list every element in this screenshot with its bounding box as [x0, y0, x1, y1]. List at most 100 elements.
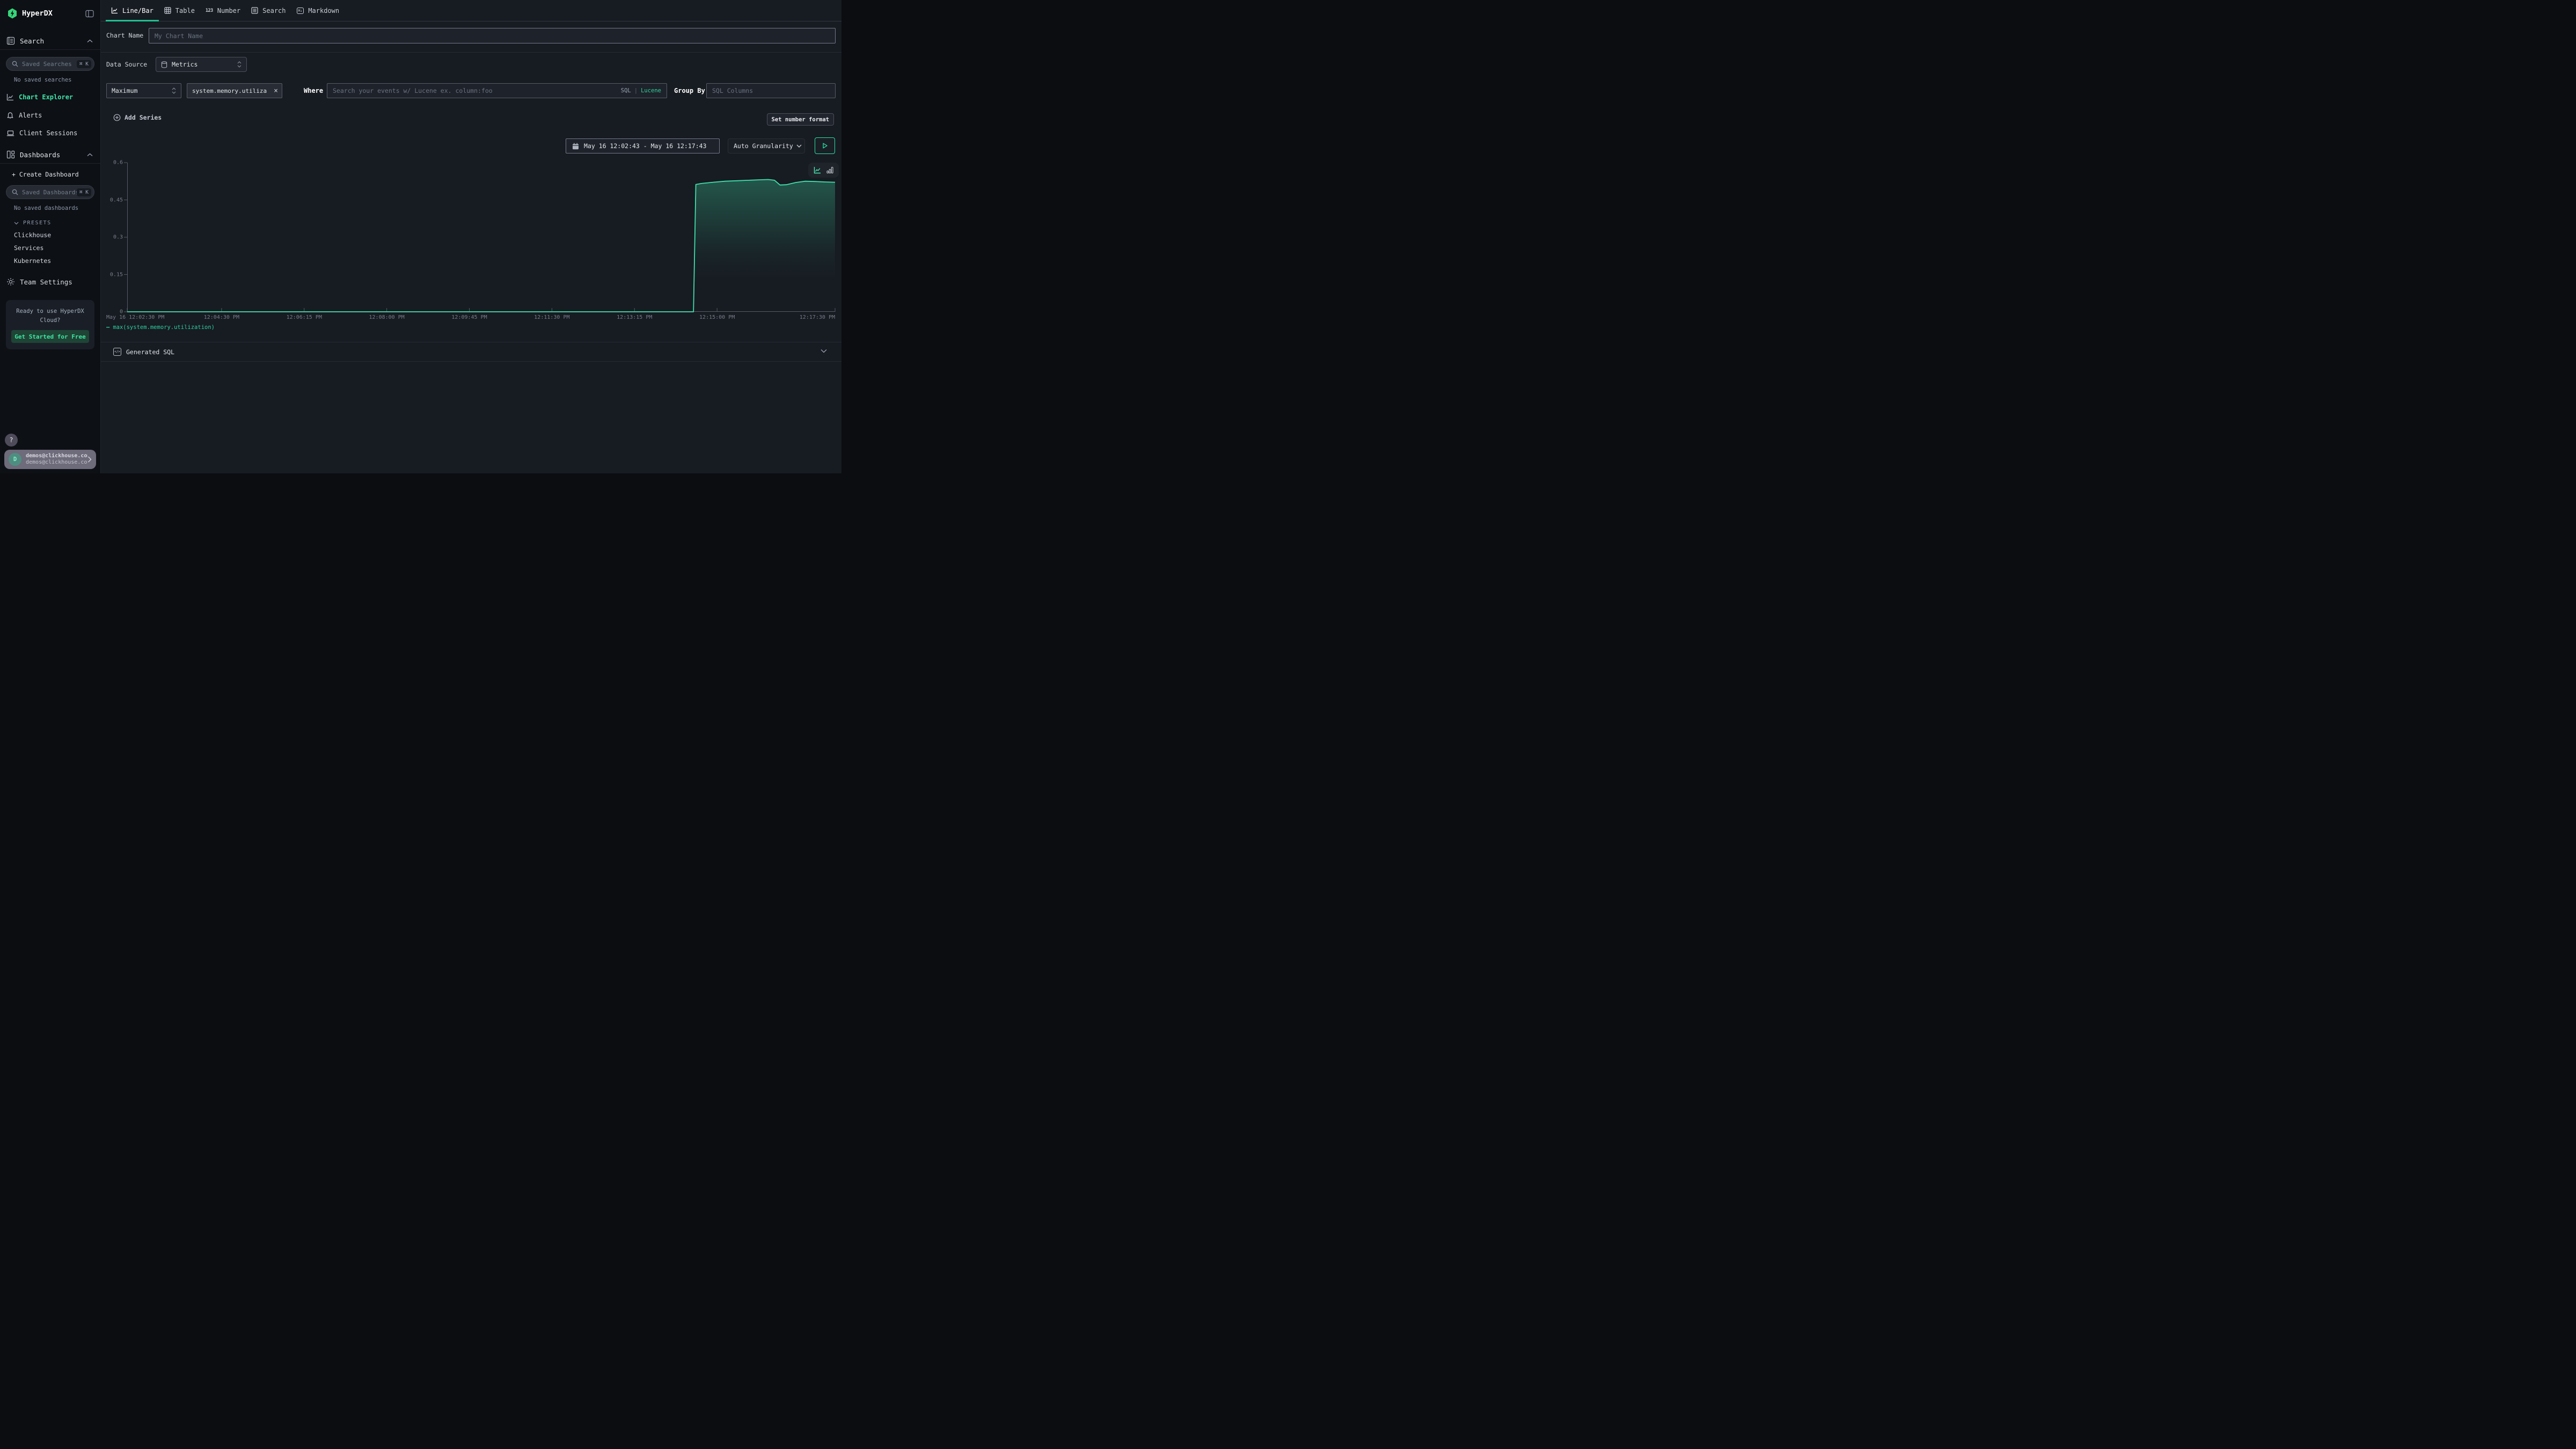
create-dashboard-button[interactable]: + Create Dashboard [12, 171, 100, 178]
close-icon[interactable]: × [274, 87, 278, 95]
group-by-label: Group By [674, 87, 705, 94]
bell-icon [6, 111, 14, 119]
app-title: HyperDX [22, 9, 85, 18]
dashboards-grid-icon [6, 150, 15, 159]
search-section-icon [6, 36, 15, 45]
collapse-sidebar-icon[interactable] [85, 10, 94, 18]
saved-dashboards-input[interactable]: Saved Dashboards ⌘ K [6, 185, 94, 199]
group-by-input[interactable] [707, 87, 835, 94]
sidebar: HyperDX Search Saved Searches ⌘ K No sav… [0, 0, 101, 473]
sidebar-item-chart-explorer[interactable]: Chart Explorer [6, 93, 100, 101]
tab-label: Markdown [308, 7, 339, 14]
sidebar-item-client-sessions[interactable]: Client Sessions [6, 129, 100, 137]
sidebar-item-label: Client Sessions [19, 129, 77, 137]
set-number-format-button[interactable]: Set number format [767, 113, 834, 126]
search-section-label: Search [20, 37, 87, 45]
dashboards-section-label: Dashboards [20, 151, 87, 159]
sql-mode-toggle[interactable]: SQL [621, 87, 631, 94]
code-icon: </> [113, 348, 121, 356]
x-tick-label: 12:15:00 PM [699, 314, 735, 320]
chevron-up-icon[interactable] [87, 153, 93, 157]
line-chart-icon [111, 7, 118, 14]
legend-swatch: — [106, 324, 109, 331]
x-axis-labels: May 16 12:02:30 PM12:04:30 PM12:06:15 PM… [127, 314, 835, 322]
chevron-up-icon[interactable] [87, 39, 93, 43]
chevron-down-icon[interactable] [821, 349, 827, 353]
get-started-button[interactable]: Get Started for Free [11, 330, 89, 343]
tab-table[interactable]: Table [159, 0, 200, 21]
data-source-label: Data Source [106, 61, 147, 68]
where-field: SQL | Lucene [327, 83, 667, 98]
bar-chart-toggle-icon[interactable] [826, 166, 833, 174]
group-by-field [706, 83, 836, 98]
chevron-right-icon [87, 456, 92, 463]
cloud-promo-card: Ready to use HyperDX Cloud? Get Started … [6, 300, 94, 349]
sidebar-section-search[interactable]: Search [0, 32, 100, 50]
presets-toggle[interactable]: PRESETS [14, 220, 100, 226]
chart-display-toggle [808, 163, 839, 178]
y-tick-label: 0 [120, 309, 123, 315]
sidebar-section-dashboards[interactable]: Dashboards [0, 146, 100, 164]
preset-item-kubernetes[interactable]: Kubernetes [14, 257, 100, 265]
help-button[interactable]: ? [5, 434, 18, 447]
x-tick-label: 12:09:45 PM [451, 314, 487, 320]
aggregation-value: Maximum [112, 87, 172, 94]
no-saved-dashboards-text: No saved dashboards [14, 205, 100, 211]
sidebar-item-label: Chart Explorer [19, 93, 73, 101]
y-tick-label: 0.3 [113, 235, 123, 240]
select-chevrons-icon [172, 87, 176, 94]
run-query-button[interactable] [815, 137, 835, 154]
tab-markdown[interactable]: M↓ Markdown [291, 0, 345, 21]
play-icon [822, 142, 828, 149]
avatar: D [9, 453, 21, 466]
calendar-icon [572, 143, 579, 150]
chevron-down-icon [14, 222, 19, 225]
select-chevrons-icon [237, 61, 241, 68]
granularity-select[interactable]: Auto Granularity [728, 138, 805, 153]
generated-sql-toggle[interactable]: </> Generated SQL [113, 348, 174, 356]
chart-type-tabs: Line/Bar Table 123 Number Search M↓ Ma [101, 0, 841, 21]
sidebar-item-team-settings[interactable]: Team Settings [6, 277, 100, 286]
sidebar-item-label: Alerts [19, 112, 42, 119]
line-chart-toggle-icon[interactable] [814, 166, 821, 174]
where-input[interactable] [327, 87, 621, 94]
chart-name-input[interactable] [149, 32, 835, 40]
shortcut-badge: ⌘ K [77, 188, 91, 196]
metric-tag[interactable]: system.memory.utiliza × [187, 83, 282, 98]
y-tick-label: 0.6 [113, 160, 123, 166]
divider [101, 52, 841, 53]
date-range-picker[interactable]: May 16 12:02:43 - May 16 12:17:43 [566, 138, 720, 153]
x-tick-label: 12:17:30 PM [800, 314, 835, 320]
aggregation-select[interactable]: Maximum [106, 83, 181, 98]
markdown-icon: M↓ [297, 8, 304, 14]
chart-name-label: Chart Name [106, 32, 143, 39]
search-icon [12, 189, 18, 195]
data-source-select[interactable]: Metrics [156, 57, 247, 72]
main-content: Line/Bar Table 123 Number Search M↓ Ma [101, 0, 841, 473]
tab-number[interactable]: 123 Number [200, 0, 246, 21]
lucene-mode-toggle[interactable]: Lucene [641, 87, 661, 94]
preset-item-services[interactable]: Services [14, 244, 100, 252]
mode-divider: | [634, 87, 638, 94]
tab-label: Search [262, 7, 286, 14]
chart-plot-area[interactable] [127, 163, 835, 312]
chart-legend[interactable]: — max(system.memory.utilization) [106, 324, 215, 331]
divider [101, 361, 841, 362]
search-icon [12, 61, 18, 67]
date-range-value: May 16 12:02:43 - May 16 12:17:43 [584, 142, 706, 150]
saved-dashboards-placeholder: Saved Dashboards [22, 189, 77, 196]
list-icon [251, 7, 258, 14]
user-menu[interactable]: D demos@clickhouse.com demos@clickhouse.… [4, 450, 96, 469]
laptop-icon [6, 129, 14, 137]
y-axis-labels: 00.150.30.450.6 [104, 163, 123, 312]
where-label: Where [304, 87, 323, 94]
user-texts: demos@clickhouse.com demos@clickhouse.co… [26, 453, 87, 466]
tab-search[interactable]: Search [246, 0, 291, 21]
sidebar-item-alerts[interactable]: Alerts [6, 111, 100, 119]
preset-item-clickhouse[interactable]: Clickhouse [14, 231, 100, 239]
add-series-button[interactable]: Add Series [113, 114, 162, 121]
tab-label: Number [217, 7, 240, 14]
tab-label: Line/Bar [122, 7, 153, 14]
saved-searches-input[interactable]: Saved Searches ⌘ K [6, 57, 94, 71]
tab-line-bar[interactable]: Line/Bar [106, 0, 159, 21]
